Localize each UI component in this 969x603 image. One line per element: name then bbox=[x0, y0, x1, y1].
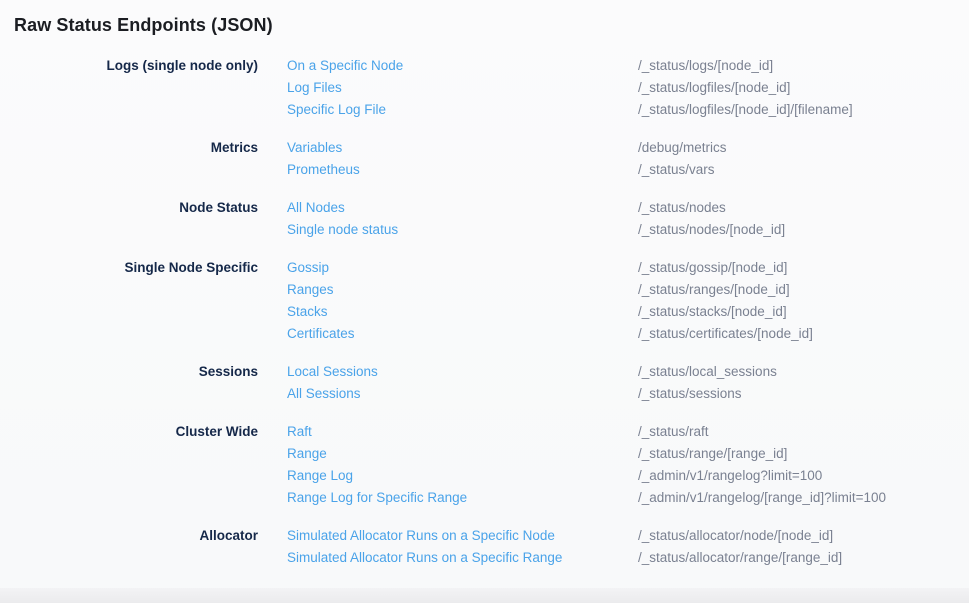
endpoint-link[interactable]: Simulated Allocator Runs on a Specific N… bbox=[287, 525, 638, 547]
section-label: Metrics bbox=[0, 137, 258, 181]
endpoint-row: Local Sessions /_status/local_sessions bbox=[287, 361, 777, 383]
section-rows: Raft /_status/raft Range /_status/range/… bbox=[287, 421, 886, 509]
endpoint-path: /_status/stacks/[node_id] bbox=[638, 301, 787, 323]
endpoint-row: Range /_status/range/[range_id] bbox=[287, 443, 886, 465]
endpoint-path: /debug/metrics bbox=[638, 137, 727, 159]
endpoint-row: Raft /_status/raft bbox=[287, 421, 886, 443]
section-rows: On a Specific Node /_status/logs/[node_i… bbox=[287, 55, 853, 121]
section-rows: Local Sessions /_status/local_sessions A… bbox=[287, 361, 777, 405]
endpoint-path: /_status/certificates/[node_id] bbox=[638, 323, 813, 345]
endpoint-link[interactable]: Simulated Allocator Runs on a Specific R… bbox=[287, 547, 638, 569]
endpoint-row: All Nodes /_status/nodes bbox=[287, 197, 785, 219]
footer-strip bbox=[0, 588, 969, 603]
endpoint-section: Sessions Local Sessions /_status/local_s… bbox=[0, 361, 969, 405]
debug-endpoints-page: Raw Status Endpoints (JSON) Logs (single… bbox=[0, 0, 969, 603]
endpoint-path: /_status/gossip/[node_id] bbox=[638, 257, 787, 279]
endpoint-path: /_admin/v1/rangelog/[range_id]?limit=100 bbox=[638, 487, 886, 509]
endpoint-link[interactable]: Ranges bbox=[287, 279, 638, 301]
endpoint-path: /_status/range/[range_id] bbox=[638, 443, 787, 465]
section-label: Cluster Wide bbox=[0, 421, 258, 509]
endpoint-path: /_status/vars bbox=[638, 159, 715, 181]
endpoint-link[interactable]: Range Log for Specific Range bbox=[287, 487, 638, 509]
endpoint-row: Simulated Allocator Runs on a Specific R… bbox=[287, 547, 842, 569]
section-rows: Simulated Allocator Runs on a Specific N… bbox=[287, 525, 842, 569]
endpoint-row: Gossip /_status/gossip/[node_id] bbox=[287, 257, 813, 279]
section-rows: All Nodes /_status/nodes Single node sta… bbox=[287, 197, 785, 241]
endpoint-row: On a Specific Node /_status/logs/[node_i… bbox=[287, 55, 853, 77]
section-label: Allocator bbox=[0, 525, 258, 569]
endpoint-link[interactable]: Specific Log File bbox=[287, 99, 638, 121]
endpoint-link[interactable]: Range bbox=[287, 443, 638, 465]
endpoint-row: Single node status /_status/nodes/[node_… bbox=[287, 219, 785, 241]
endpoint-path: /_status/local_sessions bbox=[638, 361, 777, 383]
endpoint-section: Metrics Variables /debug/metrics Prometh… bbox=[0, 137, 969, 181]
endpoint-path: /_status/logfiles/[node_id] bbox=[638, 77, 790, 99]
endpoint-row: Variables /debug/metrics bbox=[287, 137, 727, 159]
endpoint-link[interactable]: Local Sessions bbox=[287, 361, 638, 383]
endpoint-path: /_status/nodes/[node_id] bbox=[638, 219, 785, 241]
endpoint-link[interactable]: On a Specific Node bbox=[287, 55, 638, 77]
section-rows: Gossip /_status/gossip/[node_id] Ranges … bbox=[287, 257, 813, 345]
page-title: Raw Status Endpoints (JSON) bbox=[0, 0, 969, 37]
endpoint-section: Cluster Wide Raft /_status/raft Range /_… bbox=[0, 421, 969, 509]
endpoint-path: /_status/sessions bbox=[638, 383, 742, 405]
endpoint-link[interactable]: Stacks bbox=[287, 301, 638, 323]
endpoint-row: All Sessions /_status/sessions bbox=[287, 383, 777, 405]
endpoint-row: Certificates /_status/certificates/[node… bbox=[287, 323, 813, 345]
endpoint-row: Range Log for Specific Range /_admin/v1/… bbox=[287, 487, 886, 509]
section-rows: Variables /debug/metrics Prometheus /_st… bbox=[287, 137, 727, 181]
section-label: Sessions bbox=[0, 361, 258, 405]
endpoint-path: /_status/logfiles/[node_id]/[filename] bbox=[638, 99, 853, 121]
endpoints-table: Logs (single node only) On a Specific No… bbox=[0, 37, 969, 569]
endpoint-row: Simulated Allocator Runs on a Specific N… bbox=[287, 525, 842, 547]
endpoint-row: Stacks /_status/stacks/[node_id] bbox=[287, 301, 813, 323]
endpoint-row: Range Log /_admin/v1/rangelog?limit=100 bbox=[287, 465, 886, 487]
endpoint-path: /_admin/v1/rangelog?limit=100 bbox=[638, 465, 822, 487]
endpoint-link[interactable]: Prometheus bbox=[287, 159, 638, 181]
endpoint-link[interactable]: Range Log bbox=[287, 465, 638, 487]
endpoint-link[interactable]: Single node status bbox=[287, 219, 638, 241]
endpoint-section: Logs (single node only) On a Specific No… bbox=[0, 55, 969, 121]
section-label: Logs (single node only) bbox=[0, 55, 258, 121]
endpoint-path: /_status/allocator/node/[node_id] bbox=[638, 525, 833, 547]
endpoint-link[interactable]: Certificates bbox=[287, 323, 638, 345]
endpoint-row: Prometheus /_status/vars bbox=[287, 159, 727, 181]
endpoint-section: Allocator Simulated Allocator Runs on a … bbox=[0, 525, 969, 569]
endpoint-path: /_status/nodes bbox=[638, 197, 726, 219]
endpoint-path: /_status/ranges/[node_id] bbox=[638, 279, 790, 301]
endpoint-link[interactable]: Gossip bbox=[287, 257, 638, 279]
endpoint-row: Log Files /_status/logfiles/[node_id] bbox=[287, 77, 853, 99]
endpoint-row: Ranges /_status/ranges/[node_id] bbox=[287, 279, 813, 301]
section-label: Node Status bbox=[0, 197, 258, 241]
endpoint-section: Node Status All Nodes /_status/nodes Sin… bbox=[0, 197, 969, 241]
section-label: Single Node Specific bbox=[0, 257, 258, 345]
endpoint-section: Single Node Specific Gossip /_status/gos… bbox=[0, 257, 969, 345]
endpoint-link[interactable]: Raft bbox=[287, 421, 638, 443]
endpoint-row: Specific Log File /_status/logfiles/[nod… bbox=[287, 99, 853, 121]
endpoint-link[interactable]: Variables bbox=[287, 137, 638, 159]
endpoint-link[interactable]: All Sessions bbox=[287, 383, 638, 405]
endpoint-path: /_status/raft bbox=[638, 421, 709, 443]
endpoint-link[interactable]: All Nodes bbox=[287, 197, 638, 219]
endpoint-path: /_status/allocator/range/[range_id] bbox=[638, 547, 842, 569]
endpoint-path: /_status/logs/[node_id] bbox=[638, 55, 773, 77]
endpoint-link[interactable]: Log Files bbox=[287, 77, 638, 99]
